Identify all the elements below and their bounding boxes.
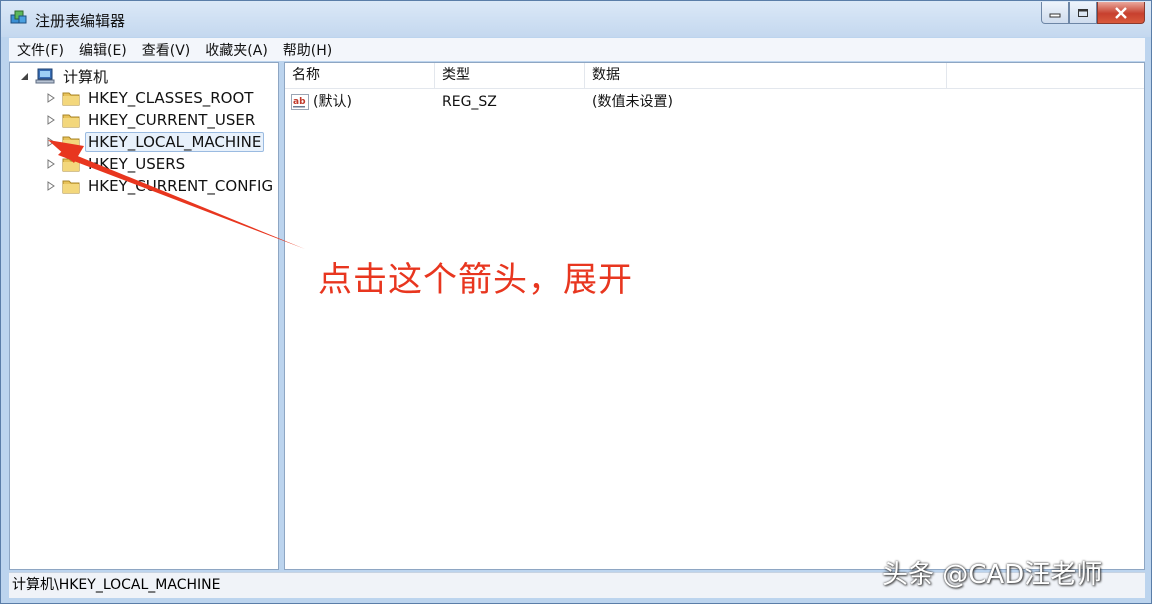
tree-item-hkey-local-machine[interactable]: HKEY_LOCAL_MACHINE bbox=[46, 132, 265, 152]
menu-bar: 文件(F) 编辑(E) 查看(V) 收藏夹(A) 帮助(H) bbox=[9, 38, 1145, 61]
column-header-name[interactable]: 名称 bbox=[285, 63, 435, 88]
column-header-data[interactable]: 数据 bbox=[585, 63, 947, 88]
tree-item-hkey-current-config[interactable]: HKEY_CURRENT_CONFIG bbox=[46, 176, 276, 196]
registry-editor-window: 注册表编辑器 文件(F) 编辑(E) 查看(V) 收藏夹(A) 帮助(H) 计算… bbox=[0, 0, 1152, 604]
tree-item-label: HKEY_LOCAL_MACHINE bbox=[85, 132, 265, 152]
tree-item-hkey-classes-root[interactable]: HKEY_CLASSES_ROOT bbox=[46, 88, 256, 108]
registry-app-icon bbox=[10, 10, 27, 24]
computer-icon bbox=[35, 68, 55, 84]
tree-item-label: HKEY_USERS bbox=[88, 155, 186, 173]
expand-arrow-icon[interactable] bbox=[46, 115, 56, 125]
tree-item-label: 计算机 bbox=[63, 67, 109, 86]
menu-favorites[interactable]: 收藏夹(A) bbox=[197, 40, 275, 60]
tree-item-label: HKEY_CLASSES_ROOT bbox=[88, 89, 254, 107]
status-path: 计算机\HKEY_LOCAL_MACHINE bbox=[12, 577, 221, 593]
list-header: 名称 类型 数据 bbox=[285, 63, 1144, 89]
folder-icon bbox=[62, 158, 80, 172]
registry-tree[interactable]: 计算机 HKEY_CLASSES_ROOT HKEY_CURRENT_USER bbox=[9, 62, 279, 570]
folder-icon bbox=[62, 92, 80, 106]
menu-view[interactable]: 查看(V) bbox=[134, 40, 198, 60]
maximize-button[interactable] bbox=[1069, 2, 1097, 24]
tree-item-label: HKEY_CURRENT_USER bbox=[88, 111, 256, 129]
close-button[interactable] bbox=[1097, 2, 1145, 24]
tree-item-label: HKEY_CURRENT_CONFIG bbox=[88, 177, 274, 195]
list-item[interactable]: ab (默认) REG_SZ (数值未设置) bbox=[285, 91, 1144, 113]
expand-arrow-icon[interactable] bbox=[46, 137, 56, 147]
annotation-text: 点击这个箭头，展开 bbox=[318, 260, 633, 300]
tree-item-hkey-current-user[interactable]: HKEY_CURRENT_USER bbox=[46, 110, 258, 130]
collapse-arrow-icon[interactable] bbox=[19, 71, 29, 81]
folder-icon bbox=[62, 180, 80, 194]
tree-item-hkey-users[interactable]: HKEY_USERS bbox=[46, 154, 188, 174]
string-value-icon: ab bbox=[291, 94, 309, 110]
menu-edit[interactable]: 编辑(E) bbox=[71, 40, 134, 60]
menu-help[interactable]: 帮助(H) bbox=[275, 40, 339, 60]
close-icon bbox=[1115, 6, 1127, 19]
minimize-button[interactable] bbox=[1041, 2, 1069, 24]
value-data: (数值未设置) bbox=[592, 94, 673, 110]
folder-icon bbox=[62, 136, 80, 150]
svg-text:ab: ab bbox=[293, 97, 306, 107]
column-header-type[interactable]: 类型 bbox=[435, 63, 585, 88]
tree-item-computer[interactable]: 计算机 bbox=[19, 66, 111, 86]
value-name: (默认) bbox=[313, 94, 352, 110]
expand-arrow-icon[interactable] bbox=[46, 159, 56, 169]
title-bar[interactable]: 注册表编辑器 bbox=[1, 1, 1151, 37]
expand-arrow-icon[interactable] bbox=[46, 93, 56, 103]
vertical-scrollbar[interactable] bbox=[1142, 88, 1144, 568]
value-type: REG_SZ bbox=[442, 94, 497, 110]
window-title: 注册表编辑器 bbox=[35, 12, 126, 30]
minimize-icon bbox=[1049, 13, 1061, 17]
expand-arrow-icon[interactable] bbox=[46, 181, 56, 191]
folder-icon bbox=[62, 114, 80, 128]
values-list[interactable]: 名称 类型 数据 ab (默认) REG_SZ (数值未设置) bbox=[284, 62, 1145, 570]
maximize-icon bbox=[1078, 8, 1088, 17]
window-controls bbox=[1041, 2, 1145, 26]
menu-file[interactable]: 文件(F) bbox=[9, 40, 71, 60]
watermark: 头条 @CAD汪老师 bbox=[882, 560, 1103, 590]
